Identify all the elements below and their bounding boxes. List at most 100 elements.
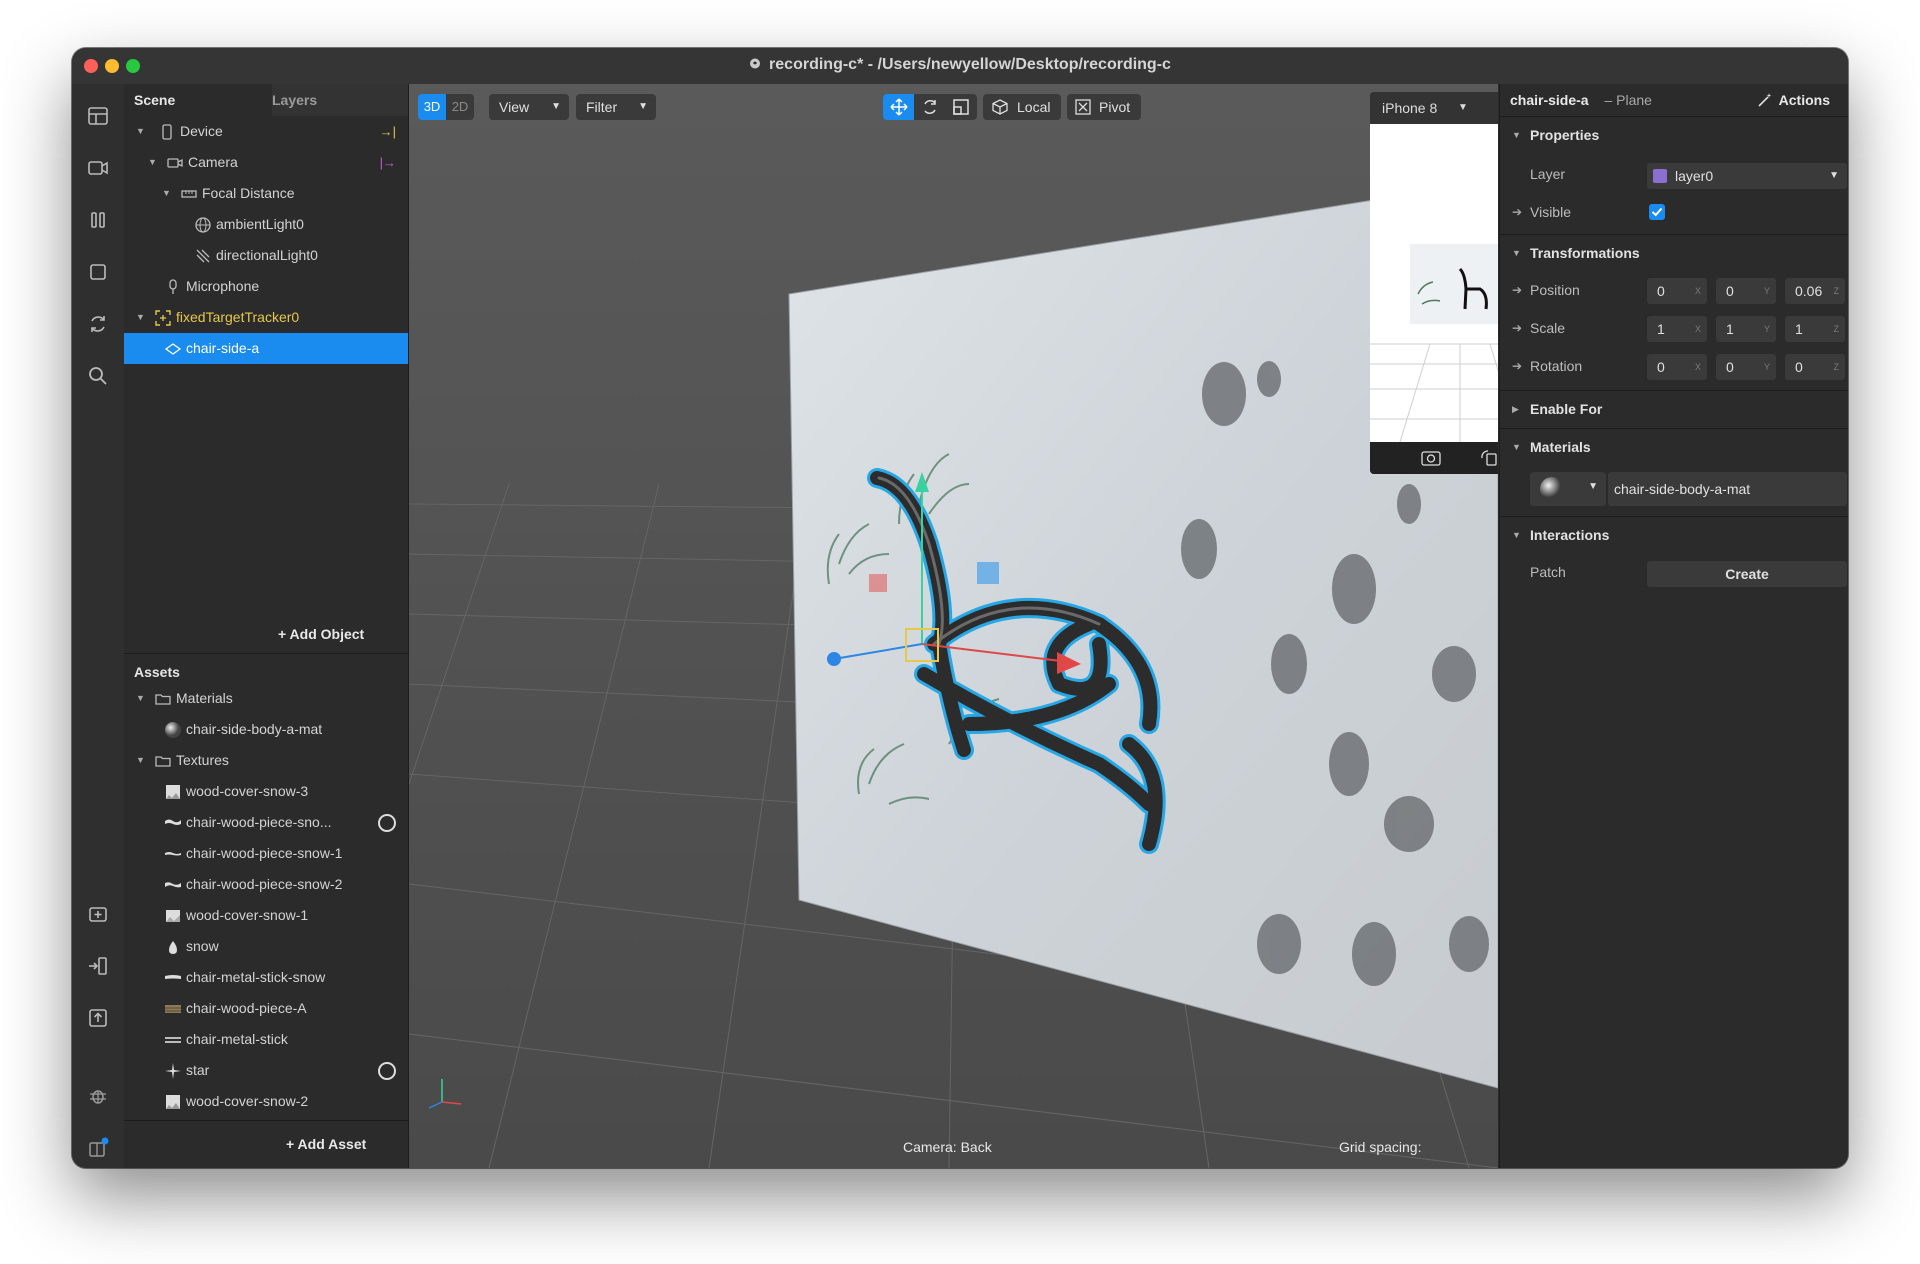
status-circle-icon — [378, 814, 396, 832]
refresh-icon[interactable] — [86, 312, 110, 336]
import-icon[interactable] — [86, 954, 110, 978]
window-title: recording-c* - /Users/newyellow/Desktop/… — [72, 56, 1848, 74]
scene-item-focal-distance[interactable]: ▼ Focal Distance — [124, 178, 408, 209]
asset-item-texture[interactable]: chair-wood-piece-A — [124, 993, 408, 1024]
asset-item-texture[interactable]: chair-metal-stick-snow — [124, 962, 408, 993]
device-link-icon[interactable]: →| — [380, 116, 396, 147]
scene-item-chair-side-a[interactable]: chair-side-a — [124, 333, 408, 364]
tab-layers[interactable]: Layers — [272, 84, 317, 116]
scene-item-directionallight[interactable]: directionalLight0 — [124, 240, 408, 271]
bug-icon[interactable] — [86, 1084, 110, 1108]
add-object-button[interactable]: + Add Object — [278, 626, 364, 642]
texture-icon — [165, 852, 181, 856]
asset-item-texture[interactable]: wood-cover-snow-3 — [124, 776, 408, 807]
asset-item-texture[interactable]: star — [124, 1055, 408, 1086]
asset-item-texture[interactable]: chair-wood-piece-sno... — [124, 807, 408, 838]
texture-icon — [166, 1095, 180, 1109]
add-folder-icon[interactable] — [86, 902, 110, 926]
search-icon[interactable] — [86, 364, 110, 388]
arrow-right-icon[interactable]: ➔ — [1512, 272, 1522, 308]
scene-item-microphone[interactable]: Microphone — [124, 271, 408, 302]
add-asset-button[interactable]: + Add Asset — [286, 1136, 366, 1152]
phone-icon — [162, 124, 172, 140]
asset-item-texture[interactable]: wood-cover-snow-1 — [124, 900, 408, 931]
material-picker[interactable]: ▼ — [1530, 472, 1606, 506]
section-materials[interactable]: ▼ Materials — [1500, 428, 1848, 465]
columns-icon[interactable] — [86, 208, 110, 232]
extensions-icon[interactable] — [86, 1136, 110, 1160]
viewport-canvas[interactable] — [409, 84, 1498, 1168]
rotate-tool-icon[interactable] — [914, 94, 945, 120]
scene-tabs: Scene Layers — [124, 84, 408, 116]
inspector-header: chair-side-a – Plane — [1510, 84, 1652, 116]
camera-link-icon[interactable]: |→ — [380, 147, 396, 178]
square-icon[interactable] — [86, 260, 110, 284]
asset-item-texture[interactable]: snow — [124, 931, 408, 962]
scale-z-field[interactable]: 1Z — [1785, 316, 1845, 342]
scene-item-camera[interactable]: ▼ Camera |→ — [124, 147, 408, 178]
move-tool-icon[interactable] — [883, 94, 914, 120]
filter-dropdown[interactable]: Filter ▼ — [576, 94, 656, 120]
scene-item-fixedtargettracker[interactable]: ▼ fixedTargetTracker0 — [124, 302, 408, 333]
scene-viewport[interactable]: 3D 2D View ▼ Filter ▼ Local Pivot iPhone… — [409, 84, 1498, 1168]
layer-select[interactable]: layer0 ▼ — [1647, 163, 1847, 189]
asset-item-materials[interactable]: ▼ Materials — [124, 683, 408, 714]
asset-item-texture[interactable]: chair-wood-piece-snow-2 — [124, 869, 408, 900]
actions-button[interactable]: Actions — [1757, 84, 1830, 116]
screenshot-icon[interactable] — [1420, 449, 1442, 467]
texture-icon — [165, 975, 181, 979]
arrow-right-icon[interactable]: ➔ — [1512, 194, 1522, 230]
camera-status: Camera: Back — [903, 1139, 992, 1155]
texture-icon — [165, 1037, 181, 1043]
plus-icon: + — [286, 1136, 298, 1152]
section-properties[interactable]: ▼ Properties — [1500, 116, 1848, 153]
rotation-x-field[interactable]: 0X — [1647, 354, 1707, 380]
asset-item-texture[interactable]: wood-cover-snow-2 — [124, 1086, 408, 1117]
create-patch-button[interactable]: Create — [1647, 561, 1847, 587]
texture-icon — [165, 1063, 181, 1079]
asset-item-material[interactable]: chair-side-body-a-mat — [124, 714, 408, 745]
rotation-y-field[interactable]: 0Y — [1716, 354, 1776, 380]
mode-2d-button[interactable]: 2D — [446, 94, 474, 120]
view-dropdown[interactable]: View ▼ — [489, 94, 569, 120]
position-y-field[interactable]: 0Y — [1716, 278, 1776, 304]
device-selector[interactable]: iPhone 8 ▼ ≡ — [1370, 92, 1498, 124]
visible-checkbox[interactable] — [1649, 204, 1665, 220]
scale-x-field[interactable]: 1X — [1647, 316, 1707, 342]
object-name: chair-side-a — [1510, 92, 1589, 108]
inspector-panel: chair-side-a – Plane Actions ▼ Properties… — [1499, 84, 1848, 1168]
transform-tools — [883, 94, 977, 120]
pivot-toggle[interactable]: Pivot — [1067, 94, 1141, 120]
video-icon[interactable] — [86, 156, 110, 180]
section-interactions[interactable]: ▼ Interactions — [1500, 516, 1848, 553]
chevron-down-icon: ▼ — [551, 101, 561, 112]
mode-3d-button[interactable]: 3D — [418, 94, 446, 120]
section-transformations[interactable]: ▼ Transformations — [1500, 234, 1848, 271]
texture-icon — [165, 1005, 181, 1013]
position-x-field[interactable]: 0X — [1647, 278, 1707, 304]
arrow-right-icon[interactable]: ➔ — [1512, 348, 1522, 384]
material-sphere-icon — [165, 722, 181, 738]
scale-y-field[interactable]: 1Y — [1716, 316, 1776, 342]
scene-item-device[interactable]: ▼ Device →| — [124, 116, 408, 147]
layer-color-swatch — [1653, 169, 1667, 183]
folder-icon — [155, 694, 171, 705]
asset-item-texture[interactable]: chair-wood-piece-snow-1 — [124, 838, 408, 869]
layout-icon[interactable] — [86, 104, 110, 128]
scene-item-ambientlight[interactable]: ambientLight0 — [124, 209, 408, 240]
section-enable-for[interactable]: ▶ Enable For — [1500, 390, 1848, 427]
tab-scene[interactable]: Scene — [124, 84, 272, 116]
arrow-right-icon[interactable]: ➔ — [1512, 310, 1522, 346]
texture-icon — [165, 882, 181, 888]
chevron-down-icon: ▼ — [1829, 170, 1839, 181]
position-z-field[interactable]: 0.06 Z — [1785, 278, 1845, 304]
rotation-z-field[interactable]: 0Z — [1785, 354, 1845, 380]
material-name-field[interactable]: chair-side-body-a-mat — [1608, 472, 1847, 506]
asset-item-texture[interactable]: chair-metal-stick — [124, 1024, 408, 1055]
asset-item-textures[interactable]: ▼ Textures — [124, 745, 408, 776]
local-toggle[interactable]: Local — [983, 94, 1061, 120]
export-icon[interactable] — [86, 1006, 110, 1030]
scale-tool-icon[interactable] — [945, 94, 976, 120]
plus-icon: + — [278, 626, 290, 642]
rotate-device-icon[interactable] — [1480, 449, 1498, 467]
